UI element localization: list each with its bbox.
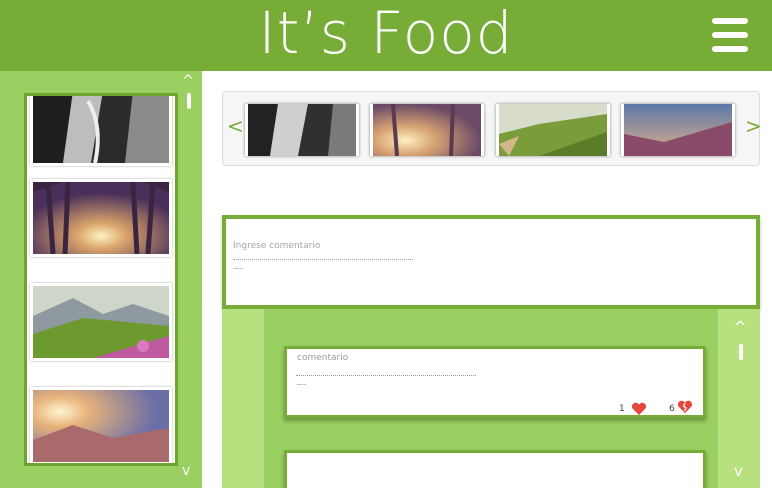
- comment-placeholder: Ingrese comentario: [233, 241, 321, 251]
- carousel-next-icon[interactable]: >: [745, 116, 762, 136]
- sidebar-image-forest[interactable]: [30, 179, 172, 257]
- header-bar: It’s Food: [0, 0, 772, 71]
- carousel-image-hillside[interactable]: [496, 104, 610, 156]
- sidebar-image-list: [24, 93, 178, 466]
- sidebar-image-sunset[interactable]: [30, 387, 172, 463]
- dislike-count: 6: [669, 404, 675, 414]
- sidebar-scroll-up-icon[interactable]: ^: [182, 74, 194, 88]
- canyon-image: [33, 96, 169, 164]
- comment-input-dots: ........: [233, 263, 244, 271]
- comments-scroll-up-icon[interactable]: ^: [734, 320, 747, 335]
- carousel-image-forest[interactable]: [370, 103, 484, 157]
- sunset-mountain-image: [33, 390, 169, 462]
- broken-heart-dislike-icon[interactable]: [677, 400, 693, 414]
- menu-line: [712, 46, 748, 52]
- comment-card: [284, 450, 706, 488]
- comment-line: [296, 375, 476, 376]
- meadow-image: [33, 286, 169, 358]
- sidebar-gallery: ^ v: [0, 71, 202, 488]
- forest-image: [33, 181, 169, 255]
- menu-line: [712, 18, 748, 24]
- comment-input-line: [233, 259, 413, 260]
- heart-like-icon[interactable]: [631, 402, 647, 416]
- comment-input[interactable]: Ingrese comentario ........: [222, 215, 760, 309]
- comment-dots: ........: [296, 379, 307, 387]
- canyon-image: [248, 104, 356, 156]
- sunset-valley-image: [624, 104, 732, 156]
- hillside-image: [499, 104, 607, 156]
- sidebar-scrollbar-thumb[interactable]: [187, 93, 191, 109]
- app-title: It’s Food: [258, 0, 514, 67]
- forest-image: [373, 103, 481, 157]
- sidebar-image-meadow[interactable]: [30, 283, 172, 361]
- comment-card: comentario ........ 1 6: [284, 346, 706, 418]
- like-count: 1: [619, 404, 625, 414]
- carousel-image-sunset-valley[interactable]: [621, 104, 735, 156]
- menu-line: [712, 32, 748, 38]
- hamburger-menu-icon[interactable]: [712, 18, 748, 52]
- carousel-prev-icon[interactable]: <: [227, 116, 244, 136]
- sidebar-image-canyon[interactable]: [30, 96, 172, 166]
- comments-scroll-down-icon[interactable]: v: [734, 464, 743, 479]
- comment-label: comentario: [297, 353, 349, 363]
- sidebar-scroll-down-icon[interactable]: v: [182, 464, 190, 478]
- image-carousel: < >: [222, 91, 762, 166]
- carousel-image-canyon[interactable]: [245, 104, 359, 156]
- comments-scrollbar-thumb[interactable]: [739, 344, 743, 360]
